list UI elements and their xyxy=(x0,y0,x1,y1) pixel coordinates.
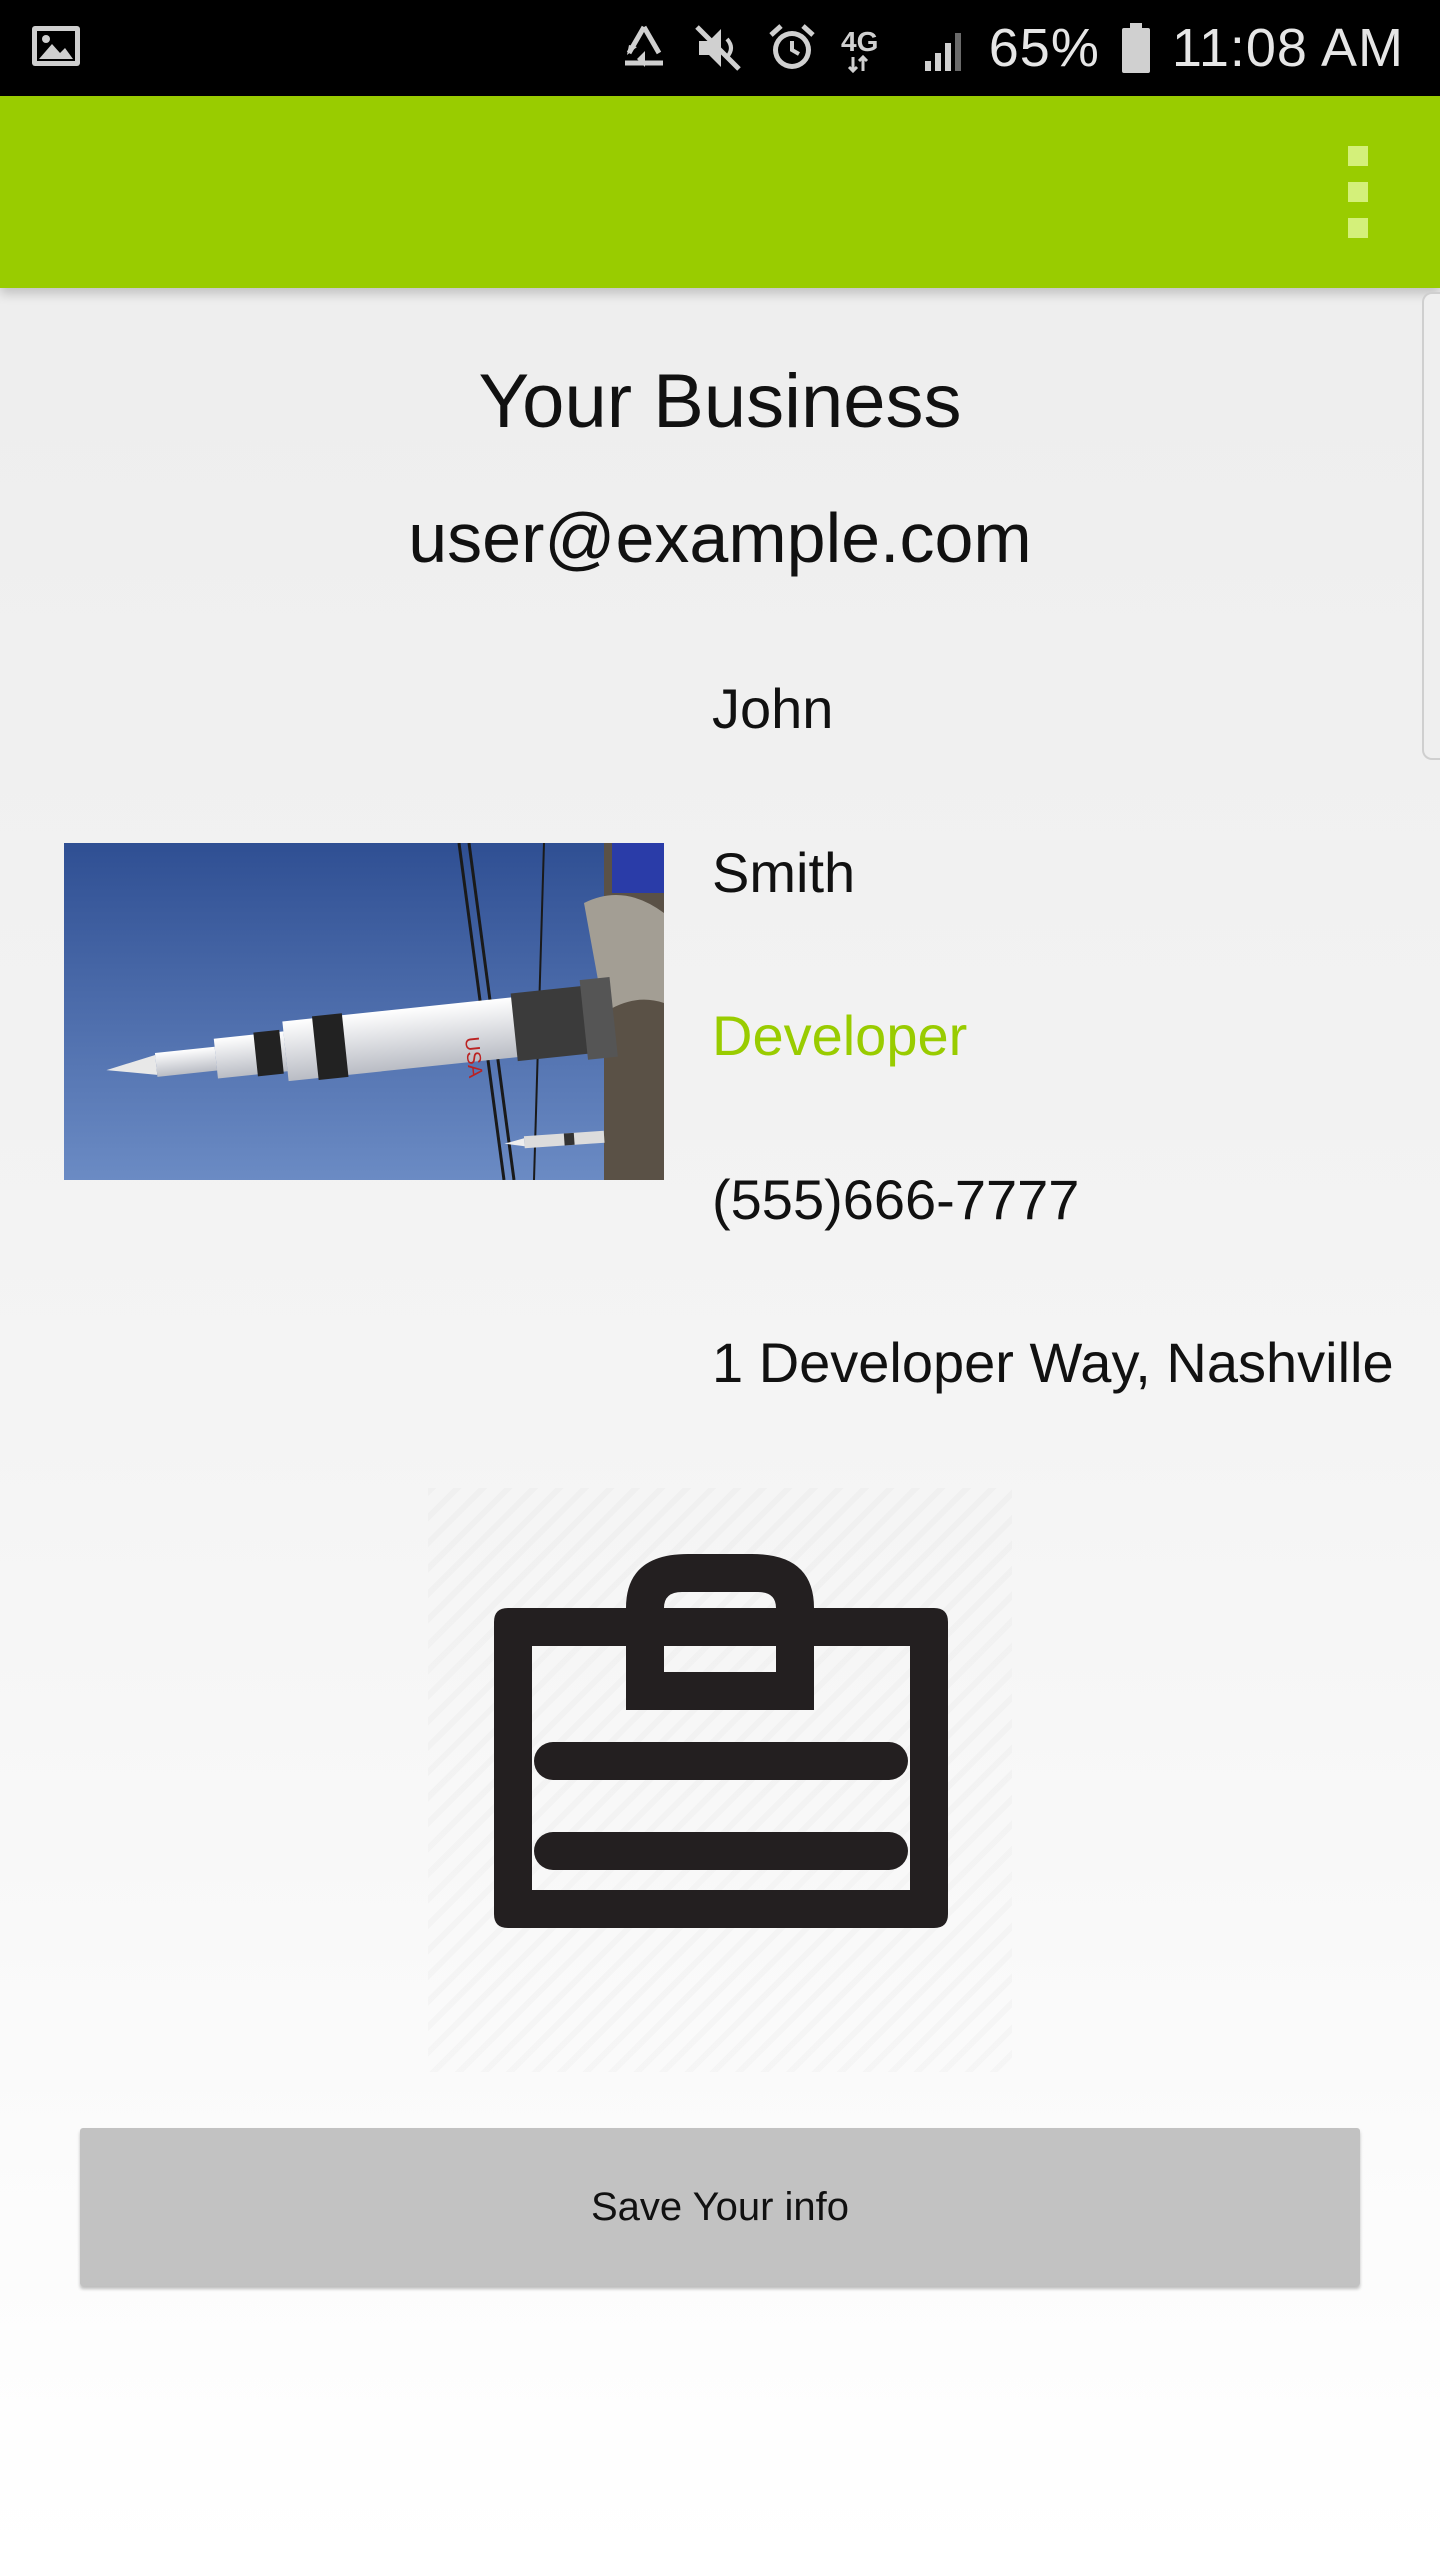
status-right: 4G 65% 11:08 AM xyxy=(617,17,1404,79)
svg-text:4G: 4G xyxy=(841,26,878,57)
menu-dot xyxy=(1348,218,1368,238)
recycle-icon xyxy=(617,21,671,75)
business-name: Your Business xyxy=(478,359,962,444)
phone-number[interactable]: (555)666-7777 xyxy=(712,1167,1079,1232)
profile-photo[interactable]: USA xyxy=(64,843,664,1180)
status-time: 11:08 AM xyxy=(1171,18,1404,78)
alarm-icon xyxy=(765,21,819,75)
job-title[interactable]: Developer xyxy=(712,1003,967,1068)
menu-dot xyxy=(1348,182,1368,202)
overflow-menu-icon[interactable] xyxy=(1328,146,1388,238)
mute-icon xyxy=(691,21,745,75)
menu-dot xyxy=(1348,146,1368,166)
image-icon xyxy=(30,22,82,75)
last-name[interactable]: Smith xyxy=(712,840,855,905)
network-4g-icon: 4G xyxy=(839,21,903,75)
save-info-button[interactable]: Save Your info xyxy=(80,2128,1360,2286)
address[interactable]: 1 Developer Way, Nashville xyxy=(712,1330,1394,1395)
signal-icon xyxy=(923,21,969,75)
status-left xyxy=(30,22,82,75)
id-badge-icon xyxy=(428,1488,1012,2072)
battery-percent: 65% xyxy=(988,18,1100,78)
app-bar xyxy=(0,96,1440,288)
svg-text:USA: USA xyxy=(460,1036,486,1080)
business-email: user@example.com xyxy=(408,499,1032,577)
first-name[interactable]: John xyxy=(712,676,833,741)
battery-icon xyxy=(1120,21,1152,75)
status-bar: 4G 65% 11:08 AM xyxy=(0,0,1440,96)
